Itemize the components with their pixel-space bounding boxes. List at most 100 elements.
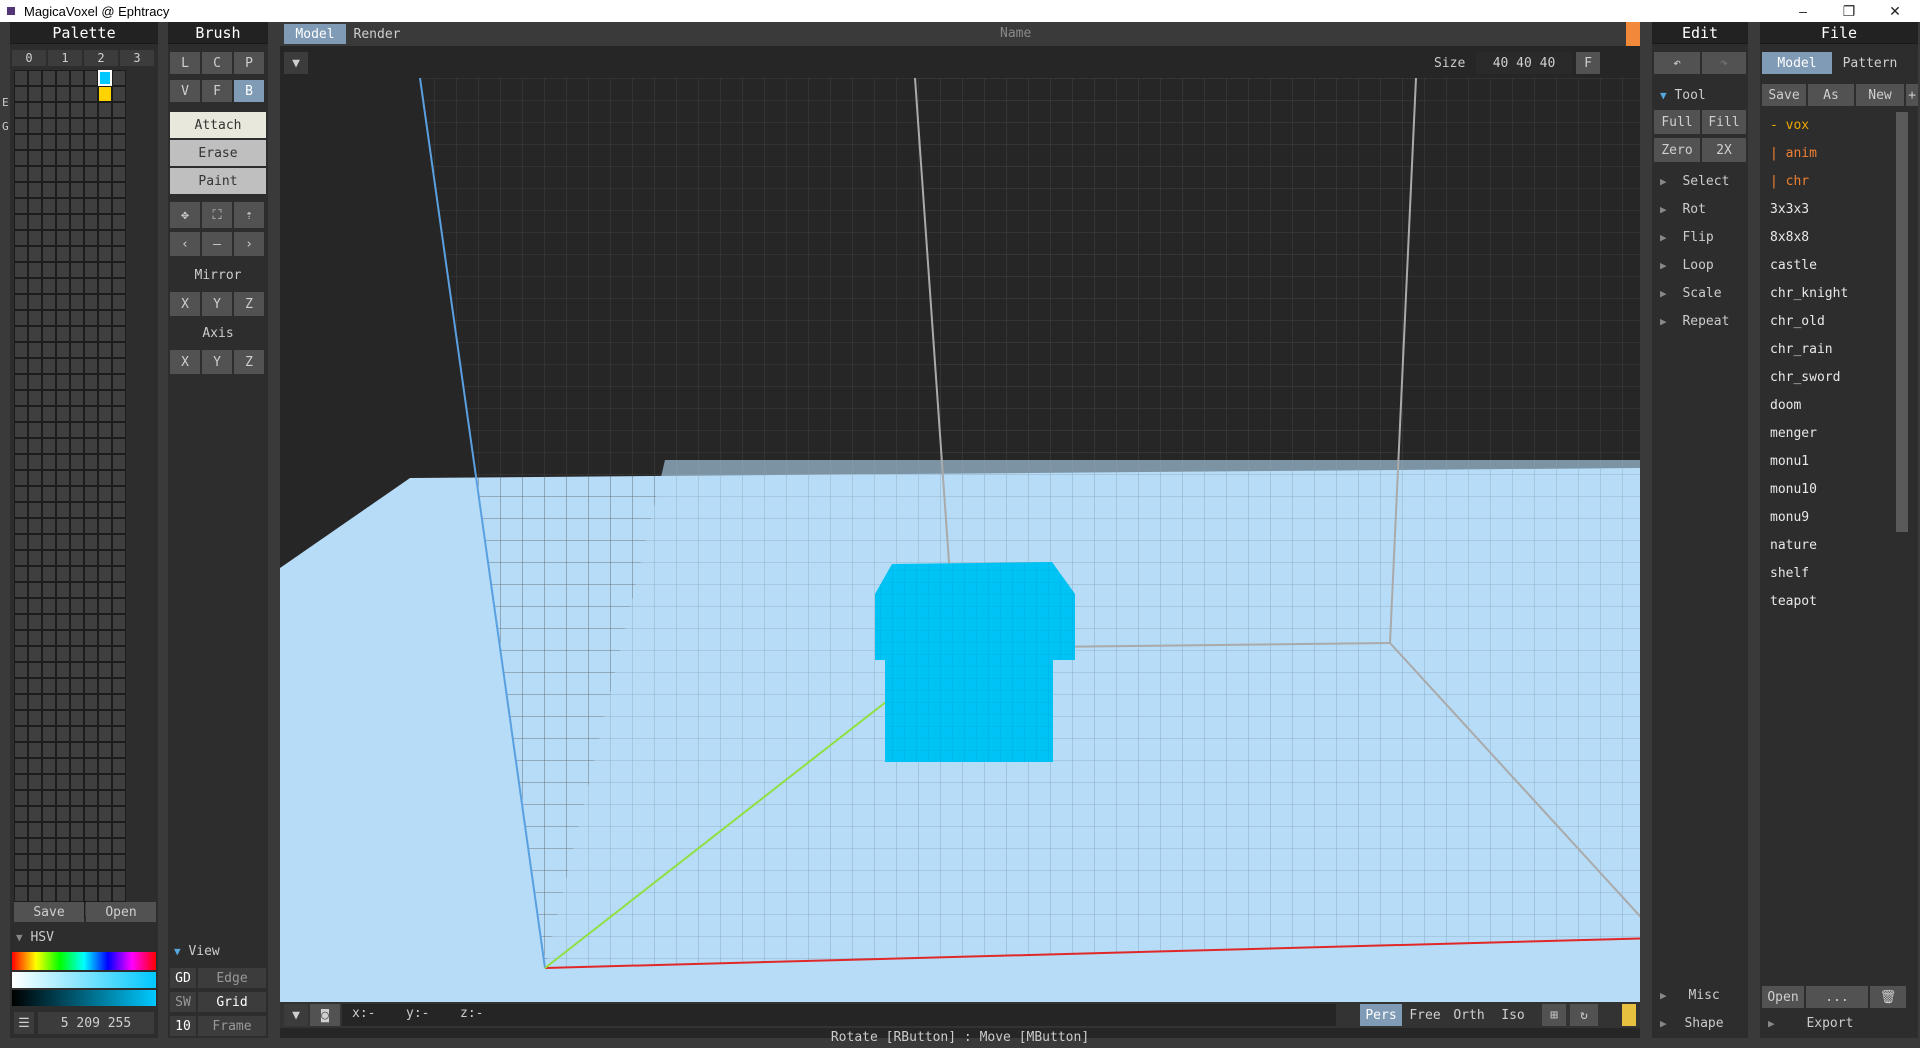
palette-swatch[interactable] bbox=[70, 118, 84, 134]
palette-swatch[interactable] bbox=[56, 582, 70, 598]
restore-icon[interactable]: ❐ bbox=[1826, 0, 1872, 22]
palette-swatch[interactable] bbox=[28, 198, 42, 214]
palette-swatch[interactable] bbox=[42, 518, 56, 534]
palette-swatch[interactable] bbox=[112, 582, 126, 598]
palette-swatch[interactable] bbox=[56, 118, 70, 134]
file-add-button[interactable]: + bbox=[1906, 84, 1918, 106]
palette-swatch[interactable] bbox=[98, 118, 112, 134]
palette-swatch[interactable] bbox=[56, 70, 70, 86]
palette-swatch[interactable] bbox=[84, 150, 98, 166]
move-icon[interactable]: ✥ bbox=[170, 202, 200, 228]
mirror-z-button[interactable]: Z bbox=[234, 292, 264, 316]
frame-button[interactable]: Frame bbox=[198, 1016, 266, 1036]
palette-swatch[interactable] bbox=[42, 118, 56, 134]
palette-swatch[interactable] bbox=[14, 326, 28, 342]
palette-swatch[interactable] bbox=[56, 342, 70, 358]
palette-swatch[interactable] bbox=[14, 406, 28, 422]
palette-swatch[interactable] bbox=[70, 854, 84, 870]
file-item[interactable]: monu1 bbox=[1770, 454, 1809, 469]
palette-swatch[interactable] bbox=[56, 134, 70, 150]
palette-swatch[interactable] bbox=[56, 86, 70, 102]
palette-swatch[interactable] bbox=[14, 662, 28, 678]
palette-swatch[interactable] bbox=[84, 630, 98, 646]
palette-swatch[interactable] bbox=[42, 70, 56, 86]
file-browse-button[interactable]: ... bbox=[1806, 986, 1868, 1008]
file-item[interactable]: teapot bbox=[1770, 594, 1817, 609]
palette-swatch[interactable] bbox=[14, 182, 28, 198]
palette-swatch[interactable] bbox=[56, 198, 70, 214]
paint-button[interactable]: Paint bbox=[170, 168, 266, 194]
palette-swatch[interactable] bbox=[56, 566, 70, 582]
palette-swatch[interactable] bbox=[56, 278, 70, 294]
palette-swatch[interactable] bbox=[42, 422, 56, 438]
palette-swatch[interactable] bbox=[84, 486, 98, 502]
palette-swatch[interactable] bbox=[84, 374, 98, 390]
palette-color-grid[interactable] bbox=[14, 70, 126, 918]
mirror-y-button[interactable]: Y bbox=[202, 292, 232, 316]
palette-swatch[interactable] bbox=[56, 358, 70, 374]
palette-swatch[interactable] bbox=[84, 790, 98, 806]
palette-swatch[interactable] bbox=[14, 150, 28, 166]
palette-swatch[interactable] bbox=[98, 774, 112, 790]
edge-button[interactable]: Edge bbox=[198, 968, 266, 988]
palette-swatch[interactable] bbox=[98, 374, 112, 390]
palette-swatch[interactable] bbox=[70, 422, 84, 438]
palette-swatch[interactable] bbox=[28, 534, 42, 550]
palette-swatch[interactable] bbox=[28, 582, 42, 598]
palette-swatch[interactable] bbox=[28, 262, 42, 278]
file-item[interactable]: nature bbox=[1770, 538, 1817, 553]
palette-swatch[interactable] bbox=[98, 214, 112, 230]
camera-icon[interactable]: ◙ bbox=[310, 1004, 340, 1026]
palette-swatch[interactable] bbox=[56, 294, 70, 310]
tab-model[interactable]: Model bbox=[284, 24, 346, 44]
palette-swatch[interactable] bbox=[70, 406, 84, 422]
palette-swatch[interactable] bbox=[98, 870, 112, 886]
view-toggle[interactable]: ▼ View bbox=[174, 944, 220, 959]
file-item[interactable]: monu10 bbox=[1770, 482, 1817, 497]
trash-icon[interactable]: 🗑 bbox=[1870, 986, 1906, 1008]
palette-swatch[interactable] bbox=[42, 470, 56, 486]
palette-swatch[interactable] bbox=[42, 86, 56, 102]
palette-swatch[interactable] bbox=[70, 454, 84, 470]
palette-swatch[interactable] bbox=[70, 342, 84, 358]
palette-swatch[interactable] bbox=[28, 182, 42, 198]
palette-swatch[interactable] bbox=[70, 518, 84, 534]
palette-swatch[interactable] bbox=[98, 326, 112, 342]
file-item[interactable]: chr_sword bbox=[1770, 370, 1840, 385]
lift-icon[interactable]: ⇡ bbox=[234, 202, 264, 228]
palette-swatch[interactable] bbox=[28, 502, 42, 518]
palette-swatch[interactable] bbox=[98, 582, 112, 598]
palette-swatch[interactable] bbox=[70, 374, 84, 390]
palette-swatch[interactable] bbox=[56, 406, 70, 422]
palette-swatch[interactable] bbox=[28, 774, 42, 790]
palette-swatch[interactable] bbox=[42, 390, 56, 406]
edit-section-scale[interactable]: ▶ Scale bbox=[1660, 286, 1722, 301]
palette-open-button[interactable]: Open bbox=[86, 902, 156, 922]
palette-swatch[interactable] bbox=[42, 758, 56, 774]
palette-swatch[interactable] bbox=[28, 246, 42, 262]
palette-swatch[interactable] bbox=[112, 710, 126, 726]
palette-swatch[interactable] bbox=[84, 422, 98, 438]
grid-button[interactable]: Grid bbox=[198, 992, 266, 1012]
file-new-button[interactable]: New bbox=[1856, 84, 1904, 106]
palette-swatch[interactable] bbox=[56, 470, 70, 486]
brush-p-button[interactable]: P bbox=[234, 52, 264, 74]
palette-swatch[interactable] bbox=[14, 534, 28, 550]
palette-swatch[interactable] bbox=[70, 646, 84, 662]
palette-swatch[interactable] bbox=[28, 470, 42, 486]
palette-swatch[interactable] bbox=[28, 294, 42, 310]
folder-vox[interactable]: - vox bbox=[1770, 118, 1809, 133]
palette-swatch[interactable] bbox=[112, 342, 126, 358]
folder-chr[interactable]: | chr bbox=[1770, 174, 1809, 189]
palette-swatch[interactable] bbox=[112, 838, 126, 854]
palette-swatch[interactable] bbox=[98, 518, 112, 534]
palette-swatch[interactable] bbox=[28, 662, 42, 678]
palette-swatch[interactable] bbox=[98, 758, 112, 774]
fill-button[interactable]: Fill bbox=[1702, 110, 1746, 134]
palette-swatch[interactable] bbox=[42, 326, 56, 342]
sw-button[interactable]: SW bbox=[170, 992, 196, 1012]
palette-swatch[interactable] bbox=[70, 86, 84, 102]
palette-swatch[interactable] bbox=[112, 630, 126, 646]
palette-swatch[interactable] bbox=[42, 374, 56, 390]
palette-swatch[interactable] bbox=[98, 614, 112, 630]
